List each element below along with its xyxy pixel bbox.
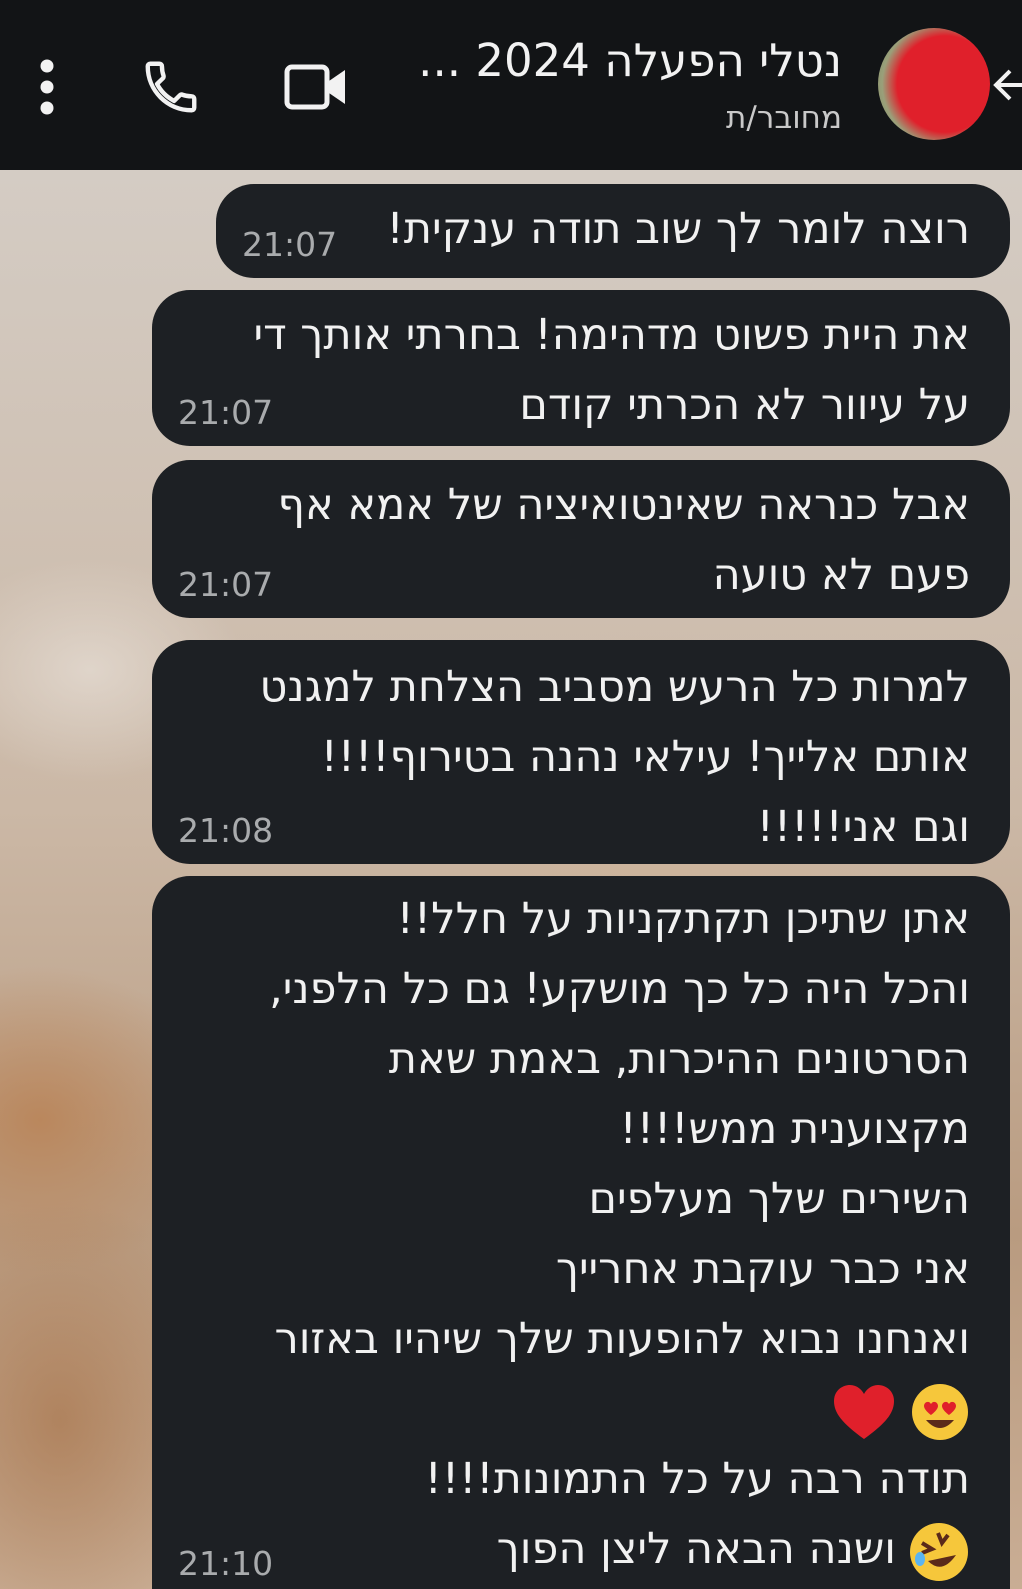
message-line: ואנחנו נבוא להופעות שלך שיהיו באזור	[274, 1314, 970, 1364]
message-text: את היית פשוט מדהימה! בחרתי אותך די על עי…	[253, 310, 970, 430]
message-line: אתן שתיכן תקתקניות על חלל!!	[396, 894, 970, 944]
message-text: אבל כנראה שאינטואיציה של אמא אף פעם לא ט…	[277, 480, 970, 600]
message-line: אני כבר עוקבת אחרייך	[555, 1244, 970, 1294]
chat-header: נטלי הפעלה 2024 ... מחובר/ת	[0, 0, 1022, 170]
message-text: אתן שתיכן תקתקניות על חלל!! והכל היה כל …	[269, 884, 970, 1584]
message-bubble[interactable]: את היית פשוט מדהימה! בחרתי אותך די על עי…	[152, 290, 1010, 446]
phone-icon	[145, 61, 197, 113]
message-line: ושנה הבאה ליצן הפוך	[269, 1514, 970, 1584]
message-text: רוצה לומר לך שוב תודה ענקית!	[386, 204, 970, 254]
message-line: השירים שלך מעלפים	[588, 1174, 971, 1224]
heart-eyes-emoji	[912, 1383, 968, 1440]
message-line: והכל היה כל כך מושקע! גם כל הלפני,	[269, 964, 970, 1014]
message-timestamp: 21:08	[178, 811, 274, 850]
chat-title[interactable]: נטלי הפעלה 2024 ...	[322, 34, 842, 87]
back-button[interactable]	[992, 60, 1022, 110]
message-timestamp: 21:07	[242, 225, 338, 264]
voice-call-button[interactable]	[136, 52, 206, 122]
chat-status: מחובר/ת	[726, 100, 842, 136]
message-bubble[interactable]: למרות כל הרעש מסביב הצלחת למגנט אותם אלי…	[152, 640, 1010, 864]
message-timestamp: 21:07	[178, 393, 274, 432]
avatar[interactable]	[878, 28, 990, 140]
message-text: למרות כל הרעש מסביב הצלחת למגנט אותם אלי…	[259, 662, 970, 852]
rolling-laughing-emoji	[910, 1522, 968, 1581]
message-bubble[interactable]: רוצה לומר לך שוב תודה ענקית! 21:07	[216, 184, 1010, 278]
more-options-button[interactable]	[24, 52, 70, 122]
message-line: הסרטונים ההיכרות, באמת שאת	[388, 1034, 970, 1084]
message-line-text: ושנה הבאה ליצן הפוך	[496, 1524, 896, 1574]
message-bubble[interactable]: אתן שתיכן תקתקניות על חלל!! והכל היה כל …	[152, 876, 1010, 1589]
message-timestamp: 21:07	[178, 565, 274, 604]
message-line: מקצוענית ממש!!!!	[619, 1104, 970, 1154]
message-line: תודה רבה על כל התמונות!!!!	[424, 1454, 970, 1504]
message-bubble[interactable]: אבל כנראה שאינטואיציה של אמא אף פעם לא ט…	[152, 460, 1010, 618]
message-timestamp: 21:10	[178, 1544, 274, 1583]
red-heart-emoji	[834, 1384, 895, 1439]
emoji-line	[269, 1374, 970, 1444]
more-vert-icon	[40, 59, 54, 115]
back-arrow-icon	[993, 69, 1022, 101]
